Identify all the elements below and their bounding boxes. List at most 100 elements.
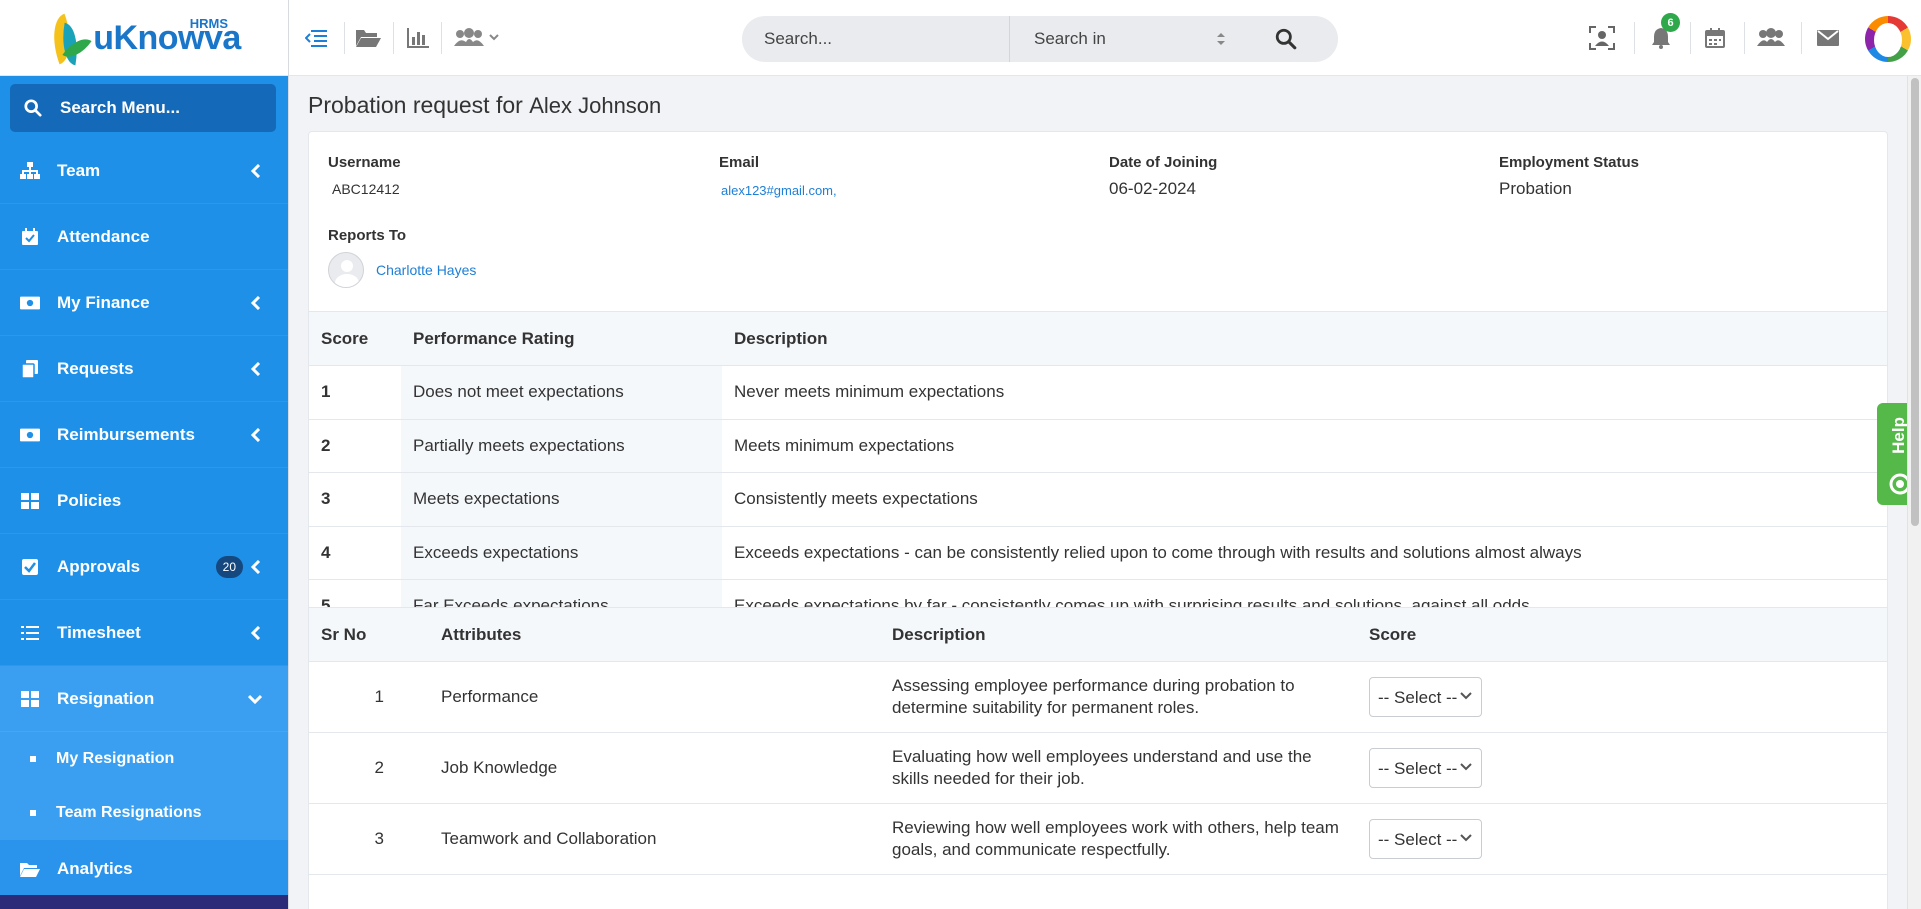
main-content: Probation request for Alex Johnson Usern… xyxy=(289,76,1921,909)
search-scope-select[interactable]: Search in xyxy=(1034,29,1106,49)
sidebar-item-requests[interactable]: Requests xyxy=(0,336,288,402)
sitemap-icon xyxy=(20,161,40,181)
score-select[interactable]: -- Select -- xyxy=(1369,819,1482,859)
score-select[interactable]: -- Select -- xyxy=(1369,677,1482,717)
username-value: ABC12412 xyxy=(332,181,400,197)
sidebar-item-label: Resignation xyxy=(57,688,155,708)
rating-label: Meets expectations xyxy=(401,472,722,527)
sidebar-subitem-label: My Resignation xyxy=(56,750,175,767)
sidebar-subitem-team-resignations[interactable]: Team Resignations xyxy=(0,786,288,840)
sidebar-item-label: Team xyxy=(57,160,101,180)
avatar xyxy=(328,252,364,288)
page-scrollbar[interactable] xyxy=(1907,76,1921,909)
email-link[interactable]: alex123#gmail.com, xyxy=(721,183,837,198)
sidebar-item-attendance[interactable]: Attendance xyxy=(0,204,288,270)
divider xyxy=(1009,16,1010,62)
global-search-input[interactable] xyxy=(752,23,1012,55)
sidebar-item-timesheet[interactable]: Timesheet xyxy=(0,600,288,666)
menu-toggle-icon[interactable] xyxy=(303,25,329,51)
sidebar-item-label: Analytics xyxy=(57,858,133,878)
attr-description-cell: Evaluating how well employees understand… xyxy=(880,732,1357,804)
chevron-left-icon xyxy=(250,295,261,310)
folder-open-icon xyxy=(20,859,40,879)
reports-to-label: Reports To xyxy=(328,227,407,244)
divider xyxy=(1801,22,1802,54)
logo-hrms: HRMS xyxy=(189,16,228,31)
table-header-row: Score Performance Rating Description xyxy=(309,311,1887,366)
sidebar-menu: Team Attendance My Finance Requests Reim… xyxy=(0,138,288,898)
rating-description: Meets minimum expectations xyxy=(722,419,1887,473)
group-dropdown[interactable] xyxy=(453,25,503,51)
search-menu-button[interactable]: Search Menu... xyxy=(10,84,276,132)
attr-srno: 1 xyxy=(309,661,404,733)
chevron-left-icon xyxy=(250,559,261,574)
sidebar-item-analytics[interactable]: Analytics xyxy=(0,840,288,898)
date-of-joining-field: Date of Joining 06-02-2024 xyxy=(1109,154,1217,199)
table-header-row: Sr No Attributes Description Score xyxy=(309,607,1887,662)
bullet-icon xyxy=(30,810,36,816)
sidebar-item-my-finance[interactable]: My Finance xyxy=(0,270,288,336)
chevron-down-icon xyxy=(248,694,262,704)
divider xyxy=(393,22,394,54)
attr-description: Reviewing how well employees work with o… xyxy=(892,818,1339,859)
status-label: Employment Status xyxy=(1499,154,1640,171)
table-row: 1 Does not meet expectations Never meets… xyxy=(309,365,1887,420)
username-field: Username ABC12412 xyxy=(328,154,401,197)
divider xyxy=(1744,22,1745,54)
logo[interactable]: uKnowva HRMS xyxy=(0,0,288,76)
sidebar-item-label: Reimbursements xyxy=(57,424,195,444)
folder-icon[interactable] xyxy=(355,25,381,51)
reports-to-link[interactable]: Charlotte Hayes xyxy=(376,262,476,278)
sidebar-item-resignation[interactable]: Resignation xyxy=(0,666,288,732)
sidebar-subitem-my-resignation[interactable]: My Resignation xyxy=(0,732,288,786)
column-header-score: Score xyxy=(309,311,401,366)
score-select[interactable]: -- Select -- xyxy=(1369,748,1482,788)
column-header-srno: Sr No xyxy=(309,607,404,662)
approvals-count-badge: 20 xyxy=(215,555,243,578)
global-search-bar: Search in xyxy=(742,16,1338,62)
page-title: Probation request for Alex Johnson xyxy=(308,92,661,119)
rating-description: Consistently meets expectations xyxy=(722,472,1887,527)
money-icon xyxy=(20,425,40,445)
chevron-left-icon xyxy=(250,361,261,376)
mail-icon[interactable] xyxy=(1815,25,1841,51)
table-row: 2 Partially meets expectations Meets min… xyxy=(309,419,1887,473)
chevron-left-icon xyxy=(250,625,261,640)
page-title-employee-name: Alex Johnson xyxy=(529,93,662,118)
chevron-left-icon xyxy=(250,163,261,178)
divider xyxy=(1690,22,1691,54)
email-label: Email xyxy=(719,154,760,171)
divider xyxy=(441,22,442,54)
attr-srno: 3 xyxy=(309,803,404,875)
email-field: Email alex123#gmail.com, xyxy=(719,154,837,198)
table-row: 4 Exceeds expectations Exceeds expectati… xyxy=(309,526,1887,580)
grid-icon xyxy=(20,491,40,511)
users-icon[interactable] xyxy=(1756,25,1786,51)
username-label: Username xyxy=(328,154,401,171)
scrollbar-thumb[interactable] xyxy=(1911,78,1919,526)
divider xyxy=(1634,22,1635,54)
sidebar-item-team[interactable]: Team xyxy=(0,138,288,204)
sort-arrows-icon xyxy=(1217,33,1225,45)
chart-icon[interactable] xyxy=(405,25,431,51)
divider xyxy=(344,22,345,54)
copy-icon xyxy=(20,359,40,379)
sidebar-item-label: Policies xyxy=(57,490,122,510)
sidebar-item-reimbursements[interactable]: Reimbursements xyxy=(0,402,288,468)
sidebar-item-policies[interactable]: Policies xyxy=(0,468,288,534)
performance-rating-table: Score Performance Rating Description 1 D… xyxy=(309,311,1887,634)
column-header-score: Score xyxy=(1357,607,1887,662)
sidebar-item-label: Requests xyxy=(57,358,134,378)
user-avatar[interactable] xyxy=(1865,16,1911,62)
table-row: 2 Job Knowledge Evaluating how well empl… xyxy=(309,732,1887,804)
sidebar: uKnowva HRMS Search Menu... Team Attenda… xyxy=(0,0,289,909)
rating-label: Does not meet expectations xyxy=(401,365,722,420)
calendar-icon[interactable] xyxy=(1702,25,1728,51)
search-icon[interactable] xyxy=(1275,28,1297,50)
sidebar-item-approvals[interactable]: Approvals 20 xyxy=(0,534,288,600)
face-scan-icon[interactable] xyxy=(1589,25,1615,51)
attr-score-cell: -- Select -- xyxy=(1357,732,1887,804)
status-value: Probation xyxy=(1499,179,1572,198)
rating-score: 3 xyxy=(309,472,401,527)
table-row: 1 Performance Assessing employee perform… xyxy=(309,661,1887,733)
